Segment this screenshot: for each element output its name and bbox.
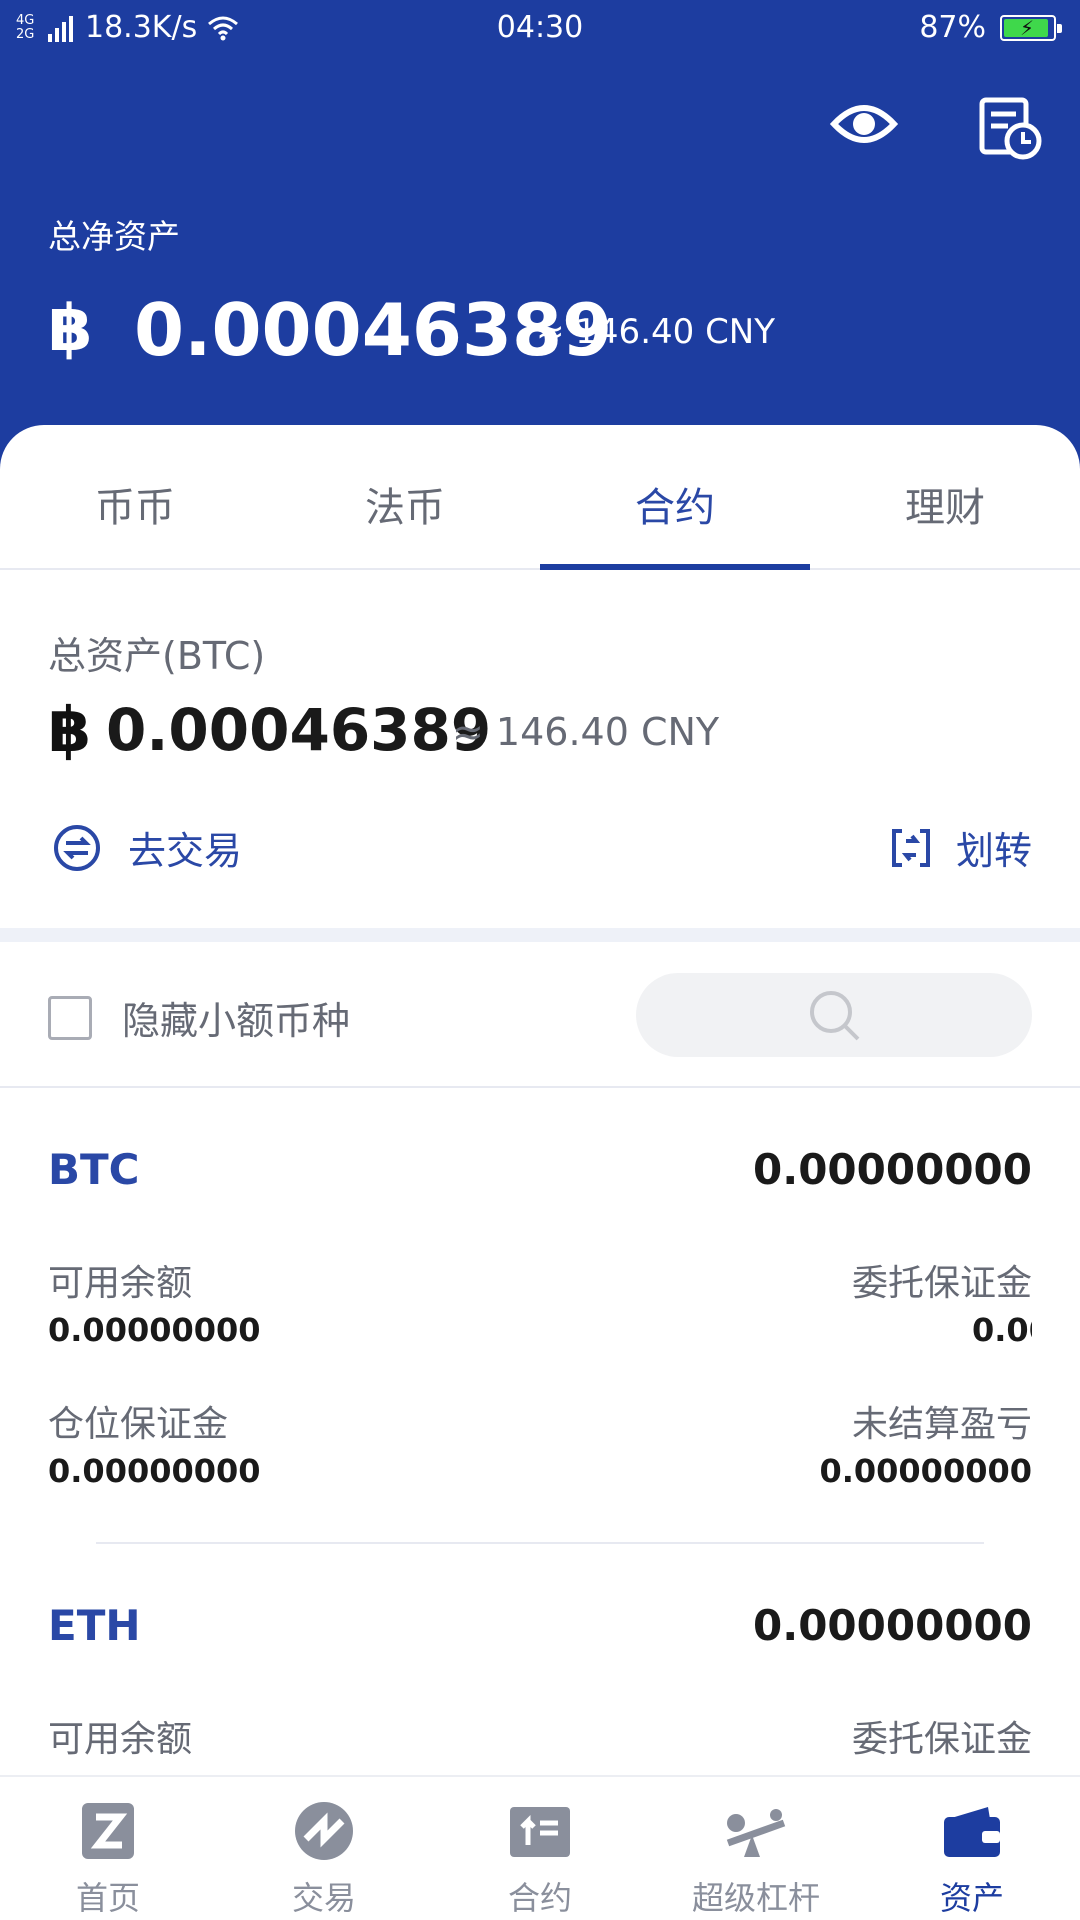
nav-home-label: 首页 [75, 1879, 140, 1917]
coin-name-eth[interactable]: ETH [48, 1601, 141, 1650]
nav-assets-label: 资产 [939, 1879, 1004, 1917]
trade-icon [295, 1802, 353, 1860]
transfer-button[interactable]: 划转 [888, 820, 1032, 875]
order-margin-label: 委托保证金 [851, 1719, 1032, 1760]
position-margin-label: 仓位保证金 [48, 1404, 229, 1445]
asset-tabs: 币币 法币 合约 理财 [0, 425, 1080, 570]
nav-trade-label: 交易 [291, 1879, 356, 1917]
home-icon [82, 1803, 134, 1859]
coin-total-eth: 0.00000000 [753, 1601, 1032, 1650]
total-asset-label: 总资产(BTC) [48, 634, 266, 678]
available-value: 0.00000000 [48, 1311, 261, 1349]
search-icon [810, 991, 860, 1041]
total-asset-amount: 0.00046389 [106, 696, 492, 764]
unrealized-pnl-label: 未结算盈亏 [851, 1404, 1032, 1445]
asset-record-icon[interactable] [978, 96, 1044, 162]
eye-icon[interactable] [829, 98, 899, 150]
tab-fiat[interactable]: 法币 [270, 425, 540, 568]
nav-home[interactable]: 首页 [0, 1777, 216, 1920]
tab-contract[interactable]: 合约 [540, 425, 810, 570]
nav-contract[interactable]: 合约 [432, 1777, 648, 1920]
bottom-nav: 首页 交易 合约 超级杠杆 资产 [0, 1775, 1080, 1920]
net-asset-cny: ≈ 146.40 CNY [536, 312, 776, 352]
go-trade-label: 去交易 [128, 829, 243, 873]
btc-icon: ฿ [48, 693, 92, 766]
go-trade-button[interactable]: 去交易 [52, 820, 242, 875]
available-label: 可用余额 [48, 1263, 193, 1304]
coin-divider [96, 1542, 984, 1544]
position-margin-value: 0.00000000 [48, 1452, 261, 1490]
btc-icon: ฿ [48, 292, 93, 366]
net-asset-label: 总净资产 [48, 217, 180, 256]
order-margin-value: 0.00000000 [972, 1311, 1032, 1349]
battery-icon: ⚡ [1000, 14, 1062, 41]
order-margin-label: 委托保证金 [851, 1263, 1032, 1304]
section-divider [0, 928, 1080, 942]
coin-total-btc: 0.00000000 [753, 1145, 1032, 1194]
nav-contract-label: 合约 [507, 1879, 572, 1917]
transfer-label: 划转 [955, 829, 1032, 873]
battery-percent: 87% [919, 10, 986, 45]
nav-leverage-label: 超级杠杆 [691, 1879, 820, 1917]
leverage-icon [726, 1809, 786, 1857]
tab-spot[interactable]: 币币 [0, 425, 270, 568]
available-label: 可用余额 [48, 1719, 193, 1760]
contract-icon [510, 1807, 570, 1857]
coin-name-btc[interactable]: BTC [48, 1145, 140, 1194]
nav-leverage[interactable]: 超级杠杆 [648, 1777, 864, 1920]
wallet-icon [944, 1807, 1000, 1857]
search-input[interactable] [636, 973, 1032, 1057]
battery-area: 87% ⚡ [919, 10, 1062, 45]
hide-small-label: 隐藏小额币种 [122, 999, 351, 1043]
hide-small-checkbox[interactable] [48, 995, 92, 1040]
transfer-icon [891, 828, 930, 867]
nav-trade[interactable]: 交易 [216, 1777, 432, 1920]
total-asset-cny: ≈ 146.40 CNY [452, 710, 720, 754]
hide-small-toggle[interactable]: 隐藏小额币种 [48, 990, 350, 1045]
clock: 04:30 [496, 10, 584, 45]
status-bar: 4G 2G 18.3K/s 04:30 87% ⚡ [0, 0, 1080, 56]
nav-assets[interactable]: 资产 [864, 1777, 1080, 1920]
unrealized-pnl-value: 0.00000000 [819, 1452, 1032, 1490]
exchange-icon [54, 824, 100, 871]
tab-finance[interactable]: 理财 [810, 425, 1080, 568]
list-divider [0, 1086, 1080, 1088]
